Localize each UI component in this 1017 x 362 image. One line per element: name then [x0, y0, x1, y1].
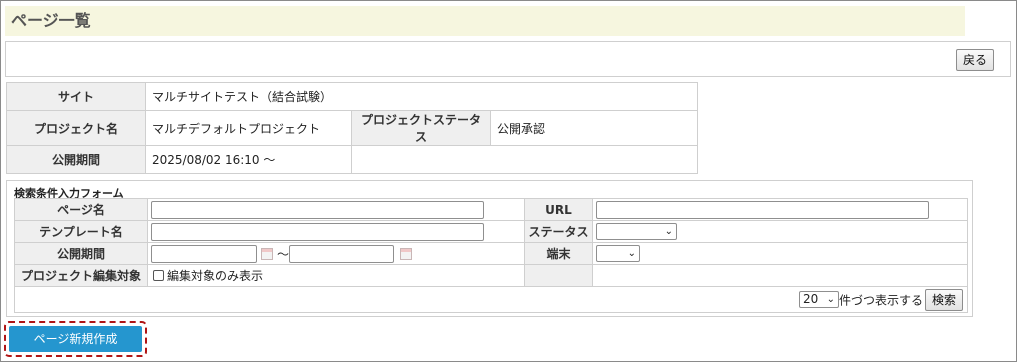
info-row-project: プロジェクト名 マルチデフォルトプロジェクト プロジェクトステータス 公開承認 [6, 110, 699, 146]
search-form-table: ページ名 URL テンプレート名 ステータス ⌄ 公開期間 ～ 端末 ⌄ プロジ… [14, 198, 968, 313]
publish-period-label: 公開期間 [6, 145, 146, 174]
empty-cell [592, 264, 968, 287]
info-empty-cell [350, 145, 699, 174]
period-separator: ～ [277, 247, 290, 261]
url-label: URL [524, 198, 593, 221]
period-to-input[interactable] [289, 244, 395, 263]
new-page-button[interactable]: ページ新規作成 [9, 326, 142, 352]
search-row-1: ページ名 URL [14, 198, 968, 221]
site-label: サイト [6, 82, 146, 111]
search-row-3: 公開期間 ～ 端末 ⌄ [14, 242, 968, 265]
project-status-label: プロジェクトステータス [351, 110, 491, 146]
project-status-value: 公開承認 [489, 110, 699, 146]
edit-only-checkbox[interactable] [153, 270, 164, 281]
search-form: 検索条件入力フォーム ページ名 URL テンプレート名 ステータス ⌄ 公開期間… [6, 180, 973, 317]
back-button[interactable]: 戻る [956, 49, 994, 71]
chevron-down-icon: ⌄ [826, 294, 835, 305]
edit-only-label[interactable]: 編集対象のみ表示 [167, 269, 263, 283]
project-name-value: マルチデフォルトプロジェクト [145, 110, 352, 146]
template-name-label: テンプレート名 [14, 220, 148, 243]
page-name-label: ページ名 [14, 198, 148, 221]
page-name-input[interactable] [151, 200, 484, 219]
per-page-value: 20 [802, 292, 819, 306]
search-button[interactable]: 検索 [925, 288, 963, 311]
toolbar: 戻る [5, 41, 1011, 77]
project-edit-target-label: プロジェクト編集対象 [14, 264, 148, 287]
calendar-icon[interactable] [261, 247, 273, 260]
search-row-2: テンプレート名 ステータス ⌄ [14, 220, 968, 243]
device-label: 端末 [524, 242, 593, 265]
url-input[interactable] [596, 200, 929, 219]
search-row-4: プロジェクト編集対象 編集対象のみ表示 [14, 264, 968, 287]
empty-header-cell [524, 264, 593, 287]
chevron-down-icon: ⌄ [664, 226, 673, 237]
template-name-input[interactable] [151, 222, 484, 241]
period-from-input[interactable] [151, 244, 257, 263]
calendar-icon[interactable] [400, 247, 413, 260]
info-row-site: サイト マルチサイトテスト（結合試験） [6, 82, 699, 111]
search-period-label: 公開期間 [14, 242, 148, 265]
search-row-footer: 20 ⌄ 件づつ表示する 検索 [14, 286, 968, 313]
site-value: マルチサイトテスト（結合試験） [144, 82, 699, 111]
project-name-label: プロジェクト名 [6, 110, 146, 146]
device-select[interactable]: ⌄ [596, 245, 640, 262]
status-label: ステータス [524, 220, 593, 243]
new-page-highlight: ページ新規作成 [4, 321, 147, 357]
per-page-select[interactable]: 20 ⌄ [798, 291, 839, 308]
chevron-down-icon: ⌄ [627, 248, 636, 259]
project-info-table: サイト マルチサイトテスト（結合試験） プロジェクト名 マルチデフォルトプロジェ… [6, 82, 699, 174]
publish-period-value: 2025/08/02 16:10 ～ [145, 145, 352, 174]
status-select[interactable]: ⌄ [596, 223, 677, 240]
page-title: ページ一覧 [5, 6, 965, 36]
per-page-suffix: 件づつ表示する [838, 293, 923, 307]
info-row-period: 公開期間 2025/08/02 16:10 ～ [6, 145, 699, 174]
